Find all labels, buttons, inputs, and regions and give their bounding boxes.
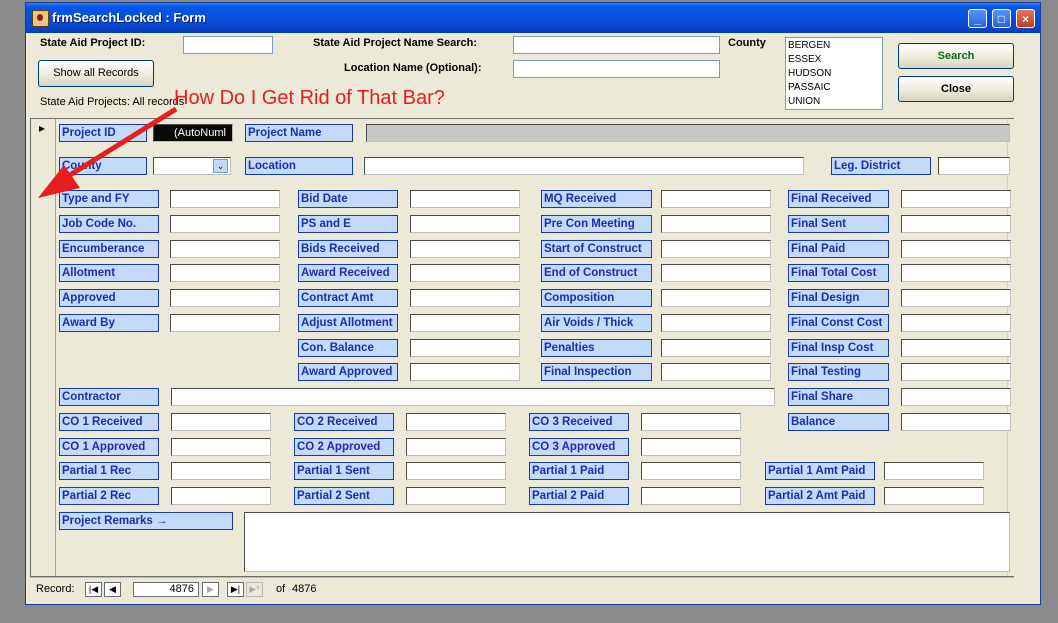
annotation-arrow-shaft xyxy=(60,106,178,183)
annotation-arrow-icon xyxy=(38,106,178,198)
